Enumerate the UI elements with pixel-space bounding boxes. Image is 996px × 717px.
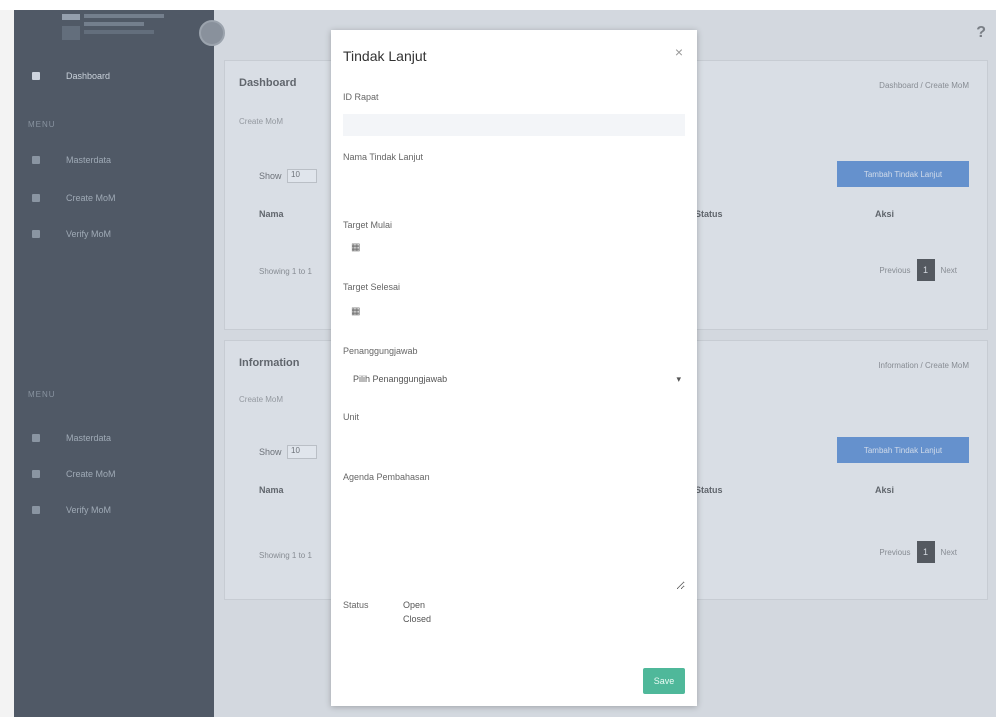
save-button[interactable]: Save [643,668,685,694]
status-label: Status [343,600,369,610]
target-selesai-label: Target Selesai [343,282,401,292]
modal-title: Tindak Lanjut [343,48,427,64]
agenda-label: Agenda Pembahasan [343,472,430,482]
status-option-closed[interactable]: Closed [403,612,431,626]
tindak-lanjut-modal: Tindak Lanjut × ID Rapat Nama Tindak Lan… [331,30,697,706]
penanggungjawab-select[interactable]: Pilih Penanggungjawab ▾ [343,368,685,390]
id-rapat-field[interactable] [343,114,685,136]
close-icon[interactable]: × [675,44,683,60]
caret-down-icon: ▾ [676,373,681,384]
nama-tindak-lanjut-label: Nama Tindak Lanjut [343,152,424,162]
unit-label: Unit [343,412,360,422]
calendar-icon[interactable]: ▦ [351,242,360,253]
status-option-open[interactable]: Open [403,598,431,612]
agenda-textarea[interactable] [343,490,685,590]
caption-strip [0,0,996,10]
status-radio-group: Open Closed [403,598,431,626]
penanggungjawab-label: Penanggungjawab [343,346,418,356]
id-rapat-label: ID Rapat [343,92,379,102]
calendar-icon[interactable]: ▦ [351,306,360,317]
unit-field[interactable] [343,430,685,452]
select-value: Pilih Penanggungjawab [353,374,448,384]
nama-tindak-lanjut-field[interactable] [343,170,685,192]
target-mulai-label: Target Mulai [343,220,393,230]
